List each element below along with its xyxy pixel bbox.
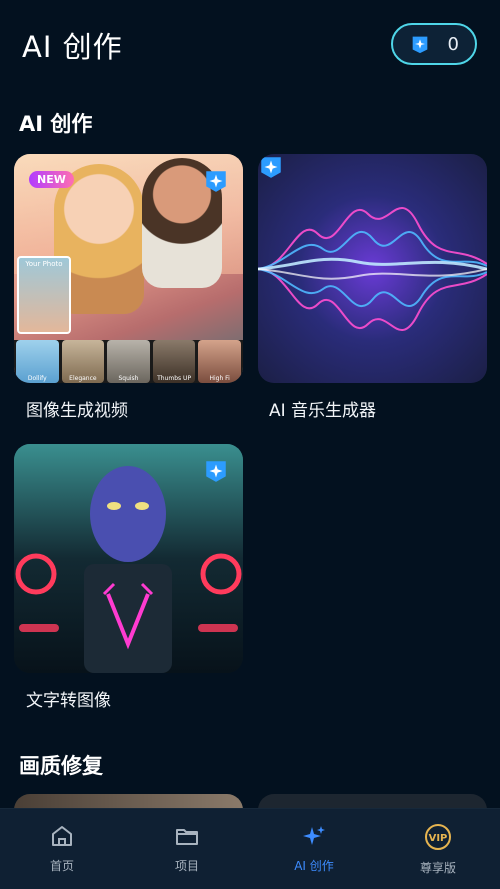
style-thumb: Dollify (16, 340, 59, 383)
credits-button[interactable]: 0 (391, 23, 477, 65)
sparkle-icon (303, 826, 325, 845)
style-thumb: Squish (107, 340, 150, 383)
style-thumb: Thumbs UP (152, 340, 196, 383)
card-text-to-image[interactable] (14, 444, 243, 673)
style-thumbnail-strip: Dollify Elegance Squish Thumbs UP High F… (14, 340, 243, 383)
nav-home[interactable]: 首页 (22, 823, 102, 874)
home-icon (52, 826, 72, 846)
nav-vip[interactable]: VIP 尊享版 (398, 823, 478, 876)
gem-icon (412, 36, 428, 54)
header: AI 创作 0 (0, 0, 500, 90)
nav-label: 首页 (49, 859, 74, 873)
your-photo-label: Your Photo (25, 260, 63, 268)
folder-icon (176, 829, 198, 845)
nav-label: 尊享版 (419, 861, 456, 875)
nav-label: 项目 (174, 859, 199, 873)
nav-label: AI 创作 (294, 859, 334, 873)
page-title: AI 创作 (22, 30, 123, 64)
nav-projects[interactable]: 项目 (147, 823, 227, 874)
style-thumb-label: High Fi (209, 375, 230, 382)
style-thumb-label: Elegance (69, 375, 97, 382)
section-title-quality-restore: 画质修复 (19, 754, 103, 778)
card-label-image-to-video: 图像生成视频 (26, 401, 128, 421)
style-thumb-label: Thumbs UP (157, 375, 192, 382)
your-photo-inset: Your Photo (17, 256, 71, 334)
card-label-text-to-image: 文字转图像 (26, 691, 111, 711)
nav-ai-create[interactable]: AI 创作 (274, 823, 354, 874)
card-ai-music[interactable] (258, 154, 487, 383)
sound-wave-art (258, 207, 487, 331)
svg-text:VIP: VIP (429, 833, 448, 844)
gem-icon (206, 461, 226, 482)
card-label-ai-music: AI 音乐生成器 (269, 401, 377, 421)
vip-icon: VIP (425, 824, 451, 850)
card-image-to-video[interactable]: NEW Your Photo Dollify Elegance Squish T… (14, 154, 243, 383)
credits-count: 0 (447, 34, 459, 55)
style-thumb-label: Squish (118, 375, 139, 382)
gem-icon (206, 171, 226, 192)
bottom-nav: 首页 项目 AI 创作 VIP 尊享版 (0, 808, 500, 889)
gem-icon (261, 157, 281, 178)
style-thumb-label: Dollify (27, 375, 47, 382)
section-title-ai-create: AI 创作 (19, 112, 93, 136)
style-thumb: High Fi (198, 340, 241, 383)
new-badge: NEW (29, 171, 74, 188)
style-thumb: Elegance (61, 340, 105, 383)
